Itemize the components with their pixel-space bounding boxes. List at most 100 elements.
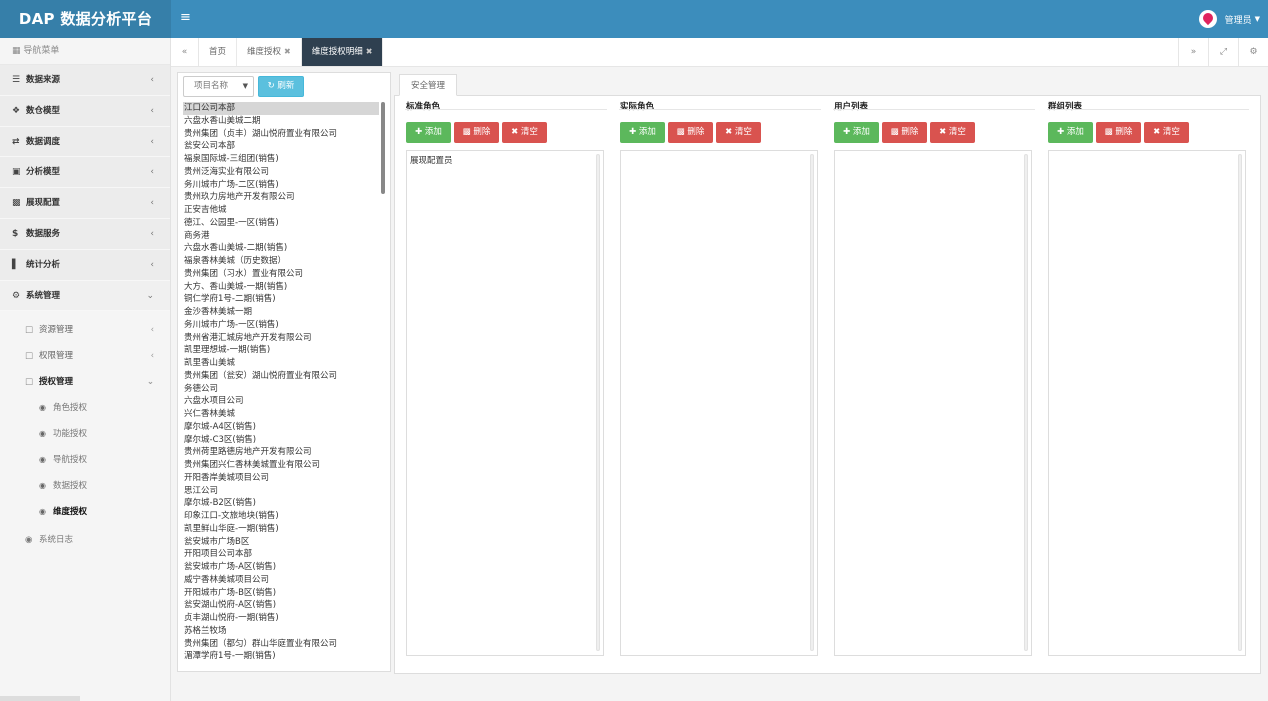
clear-button[interactable]: ✖ 清空 [502, 122, 547, 143]
standard-role-list[interactable]: 展现配置员 [406, 150, 604, 656]
tab-home[interactable]: 首页 [199, 38, 238, 66]
list-item[interactable]: 六盘水香山美城-二期(销售) [183, 242, 379, 255]
list-item[interactable]: 展现配置员 [407, 151, 603, 166]
sidebar-item-data-source[interactable]: ☰ 数据来源 ‹ [0, 65, 170, 96]
list-item[interactable]: 贵州荷里路德房地产开发有限公司 [183, 446, 379, 459]
list-item[interactable]: 印象江口-文旅地块(销售) [183, 510, 379, 523]
tab-scroll-right-icon[interactable]: » [1178, 38, 1208, 66]
list-item[interactable]: 瓮安城市广场-A区(销售) [183, 561, 379, 574]
sidebar-leaf-dimension-auth[interactable]: ◉ 维度授权 [0, 499, 170, 525]
add-button[interactable]: ✚ 添加 [834, 122, 879, 143]
group-list[interactable] [1048, 150, 1246, 656]
list-item[interactable]: 湄潭学府1号-一期(销售) [183, 650, 379, 663]
list-item[interactable]: 六盘水项目公司 [183, 395, 379, 408]
clear-button[interactable]: ✖ 清空 [930, 122, 975, 143]
list-item[interactable]: 贵州省港汇城房地产开发有限公司 [183, 332, 379, 345]
tab-security-management[interactable]: 安全管理 [399, 74, 458, 96]
list-item[interactable]: 贵州集团（贞丰）湖山悦府置业有限公司 [183, 128, 379, 141]
user-list[interactable] [834, 150, 1032, 656]
sidebar-scrollbar[interactable] [0, 696, 80, 701]
list-item[interactable]: 德江、公园里-一区(销售) [183, 217, 379, 230]
list-item[interactable]: 务川城市广场-一区(销售) [183, 319, 379, 332]
tab-scroll-left-icon[interactable]: « [171, 38, 199, 66]
list-item[interactable]: 凯里香山美城 [183, 357, 379, 370]
delete-button[interactable]: ▩ 删除 [454, 122, 499, 143]
list-scrollbar[interactable] [1238, 154, 1242, 651]
list-item[interactable]: 贵州集团（习水）置业有限公司 [183, 268, 379, 281]
project-list[interactable]: 江口公司本部 六盘水香山美城二期 贵州集团（贞丰）湖山悦府置业有限公司 瓮安公司本部福… [183, 102, 379, 668]
fullscreen-icon[interactable]: ⤢ [1208, 38, 1238, 66]
delete-button[interactable]: ▩ 删除 [882, 122, 927, 143]
sidebar-item-display-config[interactable]: ▩ 展现配置 ‹ [0, 188, 170, 219]
menu-toggle-icon[interactable]: ≡ [180, 10, 191, 26]
list-item[interactable]: 凯里理想城-一期(销售) [183, 344, 379, 357]
gear-icon[interactable]: ⚙ [1238, 38, 1268, 66]
tab-dimension-auth[interactable]: 维度授权 ✖ [237, 38, 302, 66]
list-item[interactable]: 摩尔城-B2区(销售) [183, 497, 379, 510]
user-menu[interactable]: 管理员 ▼ [1198, 9, 1260, 29]
sidebar-leaf-role-auth[interactable]: ◉ 角色授权 [0, 395, 170, 421]
close-icon[interactable]: ✖ [284, 47, 291, 56]
list-item[interactable]: 瓮安城市广场B区 [183, 536, 379, 549]
list-item[interactable]: 威宁香林美城项目公司 [183, 574, 379, 587]
sidebar-leaf-function-auth[interactable]: ◉ 功能授权 [0, 421, 170, 447]
list-scrollbar[interactable] [596, 154, 600, 651]
sidebar-item-statistics[interactable]: ▌ 统计分析 ‹ [0, 249, 170, 281]
list-item[interactable]: 苏格兰牧场 [183, 625, 379, 638]
refresh-button[interactable]: ↻ 刷新 [258, 76, 304, 97]
list-item[interactable]: 金沙香林美城一期 [183, 306, 379, 319]
sidebar-subitem-resource-admin[interactable]: □ 资源管理 ‹ [0, 317, 170, 343]
list-item[interactable]: 正安吉他城 [183, 204, 379, 217]
list-item[interactable]: 开阳项目公司本部 [183, 548, 379, 561]
add-button[interactable]: ✚ 添加 [1048, 122, 1093, 143]
list-item[interactable]: 贵州泛海实业有限公司 [183, 166, 379, 179]
list-item[interactable]: 商务港 [183, 230, 379, 243]
list-scrollbar[interactable] [381, 102, 385, 194]
clear-button[interactable]: ✖ 清空 [1144, 122, 1189, 143]
list-item[interactable]: 摩尔城-C3区(销售) [183, 434, 379, 447]
list-item[interactable]: 铜仁学府1号-二期(销售) [183, 293, 379, 306]
list-scrollbar[interactable] [1024, 154, 1028, 651]
add-button[interactable]: ✚ 添加 [620, 122, 665, 143]
list-item[interactable]: 福泉国际城-三组团(销售) [183, 153, 379, 166]
list-item[interactable]: 江口公司本部 [183, 102, 379, 115]
list-item[interactable]: 贞丰湖山悦府-一期(销售) [183, 612, 379, 625]
list-scrollbar[interactable] [810, 154, 814, 651]
sidebar-item-data-service[interactable]: $ 数据服务 ‹ [0, 218, 170, 250]
list-item[interactable]: 瓮安湖山悦府-A区(销售) [183, 599, 379, 612]
list-item[interactable]: 六盘水香山美城二期 [183, 115, 379, 128]
sidebar-item-warehouse-model[interactable]: ❖ 数仓模型 ‹ [0, 95, 170, 127]
delete-button[interactable]: ▩ 删除 [1096, 122, 1141, 143]
sidebar-item-analysis-model[interactable]: ▣ 分析模型 ‹ [0, 157, 170, 189]
tab-dimension-auth-detail[interactable]: 维度授权明细 ✖ [301, 38, 384, 66]
list-item[interactable]: 务德公司 [183, 383, 379, 396]
list-item[interactable]: 福泉香林美城（历史数据） [183, 255, 379, 268]
sidebar-leaf-data-auth[interactable]: ◉ 数据授权 [0, 473, 170, 499]
list-item[interactable]: 贵州集团（都匀）群山华庭置业有限公司 [183, 638, 379, 651]
sidebar-subitem-authorization-admin[interactable]: □ 授权管理 ⌄ [0, 369, 170, 395]
delete-button[interactable]: ▩ 删除 [668, 122, 713, 143]
sidebar-item-data-schedule[interactable]: ⇄ 数据调度 ‹ [0, 126, 170, 158]
actual-role-list[interactable] [620, 150, 818, 656]
list-item[interactable]: 务川城市广场-二区(销售) [183, 179, 379, 192]
add-button[interactable]: ✚ 添加 [406, 122, 451, 143]
list-item[interactable]: 兴仁香林美城 [183, 408, 379, 421]
list-item[interactable]: 开阳香岸美城项目公司 [183, 472, 379, 485]
close-icon[interactable]: ✖ [366, 47, 373, 56]
sidebar-item-system-admin[interactable]: ⚙ 系统管理 ⌄ [0, 280, 170, 312]
list-item[interactable]: 贵州集团兴仁香林美城置业有限公司 [183, 459, 379, 472]
list-item[interactable]: 思江公司 [183, 485, 379, 498]
project-field-select[interactable]: 项目名称 ▼ [183, 76, 254, 97]
list-item[interactable]: 贵州集团（瓮安）湖山悦府置业有限公司 [183, 370, 379, 383]
app-logo[interactable]: DAP 数据分析平台 [0, 0, 171, 38]
list-item[interactable]: 瓮安公司本部 [183, 140, 379, 153]
sidebar-leaf-nav-auth[interactable]: ◉ 导航授权 [0, 447, 170, 473]
list-item[interactable]: 贵州玖力房地产开发有限公司 [183, 191, 379, 204]
list-item[interactable]: 摩尔城-A4区(销售) [183, 421, 379, 434]
list-item[interactable]: 开阳城市广场-B区(销售) [183, 587, 379, 600]
list-item[interactable]: 凯里鲜山华庭-一期(销售) [183, 523, 379, 536]
list-item[interactable]: 大方、香山美城-一期(销售) [183, 281, 379, 294]
sidebar-item-system-log[interactable]: ◉ 系统日志 [0, 525, 170, 555]
sidebar-subitem-permission-admin[interactable]: □ 权限管理 ‹ [0, 343, 170, 369]
clear-button[interactable]: ✖ 清空 [716, 122, 761, 143]
